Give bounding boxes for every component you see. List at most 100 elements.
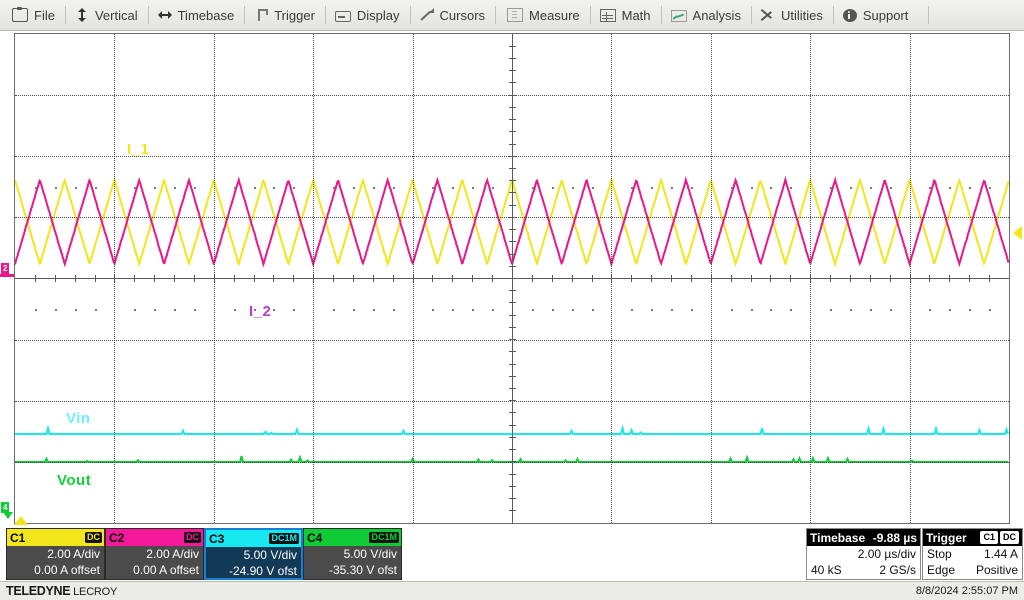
- grid-tick-horizontal: [691, 275, 692, 282]
- grid-tick-vertical: [509, 486, 516, 487]
- grid-tick-horizontal: [890, 275, 891, 282]
- grid-tick-horizontal: [592, 275, 593, 282]
- trigger-title: Trigger: [926, 531, 967, 545]
- channel-id: C4: [307, 531, 322, 545]
- channel-offset: -35.30 V ofst: [304, 562, 401, 578]
- menu-item-label: Measure: [529, 8, 580, 23]
- grid-tick-vertical: [509, 364, 516, 365]
- trigger-type: Edge: [927, 563, 955, 577]
- grid-tick-vertical: [509, 412, 516, 413]
- grid-tick-horizontal: [552, 275, 553, 282]
- grid-tick-horizontal: [949, 275, 950, 282]
- channel-header-c4: C4 DC1M: [304, 529, 401, 546]
- menu-item-file[interactable]: File: [0, 0, 65, 30]
- trigger-type-row: Edge Positive: [923, 562, 1022, 578]
- trigger-slope: Positive: [976, 563, 1018, 577]
- measure-list-icon: [507, 8, 523, 22]
- menu-item-vertical[interactable]: Vertical: [65, 0, 148, 30]
- menu-item-label: Utilities: [781, 8, 823, 23]
- channel-offset: -24.90 V ofst: [206, 563, 301, 579]
- grid-tick-horizontal: [969, 275, 970, 282]
- grid-tick-horizontal: [671, 275, 672, 282]
- grid-tick-horizontal: [651, 275, 652, 282]
- grid-tick-vertical: [509, 425, 516, 426]
- trigger-level: 1.44 A: [984, 547, 1018, 561]
- grid-tick-vertical: [509, 254, 516, 255]
- grid-tick-horizontal: [452, 275, 453, 282]
- grid-tick-horizontal: [850, 275, 851, 282]
- timebase-header: Timebase -9.88 µs: [807, 529, 920, 546]
- grid-tick-vertical: [509, 315, 516, 316]
- grid-tick-vertical: [509, 180, 516, 181]
- grid-tick-horizontal: [55, 275, 56, 282]
- grid-tick-horizontal: [929, 275, 930, 282]
- waveform-label-i-1: I_1: [127, 141, 149, 158]
- grid-tick-horizontal: [711, 275, 712, 282]
- grid-tick-vertical: [509, 290, 516, 291]
- menu-item-support[interactable]: Support: [833, 0, 919, 30]
- menu-item-timebase[interactable]: Timebase: [148, 0, 245, 30]
- menu-item-cursors[interactable]: Cursors: [410, 0, 496, 30]
- support-info-icon: [843, 9, 857, 22]
- grid-tick-vertical: [509, 339, 516, 340]
- channel-panel-c3[interactable]: C3DC1M5.00 V/div-24.90 V ofst: [204, 528, 303, 580]
- channel-offset: 0.00 A offset: [106, 562, 203, 578]
- channel-panel-c2[interactable]: C2 DC 2.00 A/div0.00 A offset: [105, 528, 204, 580]
- grid-tick-horizontal: [770, 275, 771, 282]
- timebase-acq-row: 40 kS 2 GS/s: [807, 562, 920, 578]
- brand-name-bold: TELEDYNE: [6, 584, 70, 598]
- grid-tick-vertical: [509, 156, 516, 157]
- menu-item-trigger[interactable]: Trigger: [244, 0, 325, 30]
- grid-tick-vertical: [509, 302, 516, 303]
- menu-item-label: Timebase: [178, 8, 235, 23]
- grid-tick-horizontal: [313, 275, 314, 282]
- channel-header-c3: C3DC1M: [206, 530, 301, 547]
- grid-tick-horizontal: [254, 275, 255, 282]
- channel-coupling-badge[interactable]: DC: [85, 532, 102, 543]
- grid-tick-horizontal: [910, 275, 911, 282]
- trigger-source-chip: C1: [980, 531, 998, 544]
- grid-tick-horizontal: [35, 275, 36, 282]
- timebase-scale-row: 2.00 µs/div: [807, 546, 920, 562]
- trigger-header: Trigger C1 DC: [923, 529, 1022, 546]
- channel-coupling-badge[interactable]: DC: [184, 532, 201, 543]
- brand-name-light: LECROY: [70, 586, 117, 598]
- channel-marker-c1-right[interactable]: [1013, 226, 1022, 240]
- channel-scale: 2.00 A/div: [106, 546, 203, 562]
- waveform-label-vout: Vout: [57, 472, 91, 489]
- grid-tick-vertical: [509, 449, 516, 450]
- channel-coupling-badge[interactable]: DC1M: [269, 533, 299, 544]
- grid-tick-horizontal: [830, 275, 831, 282]
- channel-coupling-badge[interactable]: DC1M: [369, 532, 399, 543]
- menu-item-label: Display: [357, 8, 400, 23]
- grid-tick-vertical: [509, 376, 516, 377]
- math-grid-icon: [600, 9, 616, 22]
- trigger-position-marker[interactable]: [14, 516, 28, 525]
- menu-divider: [928, 6, 929, 24]
- menu-item-measure[interactable]: Measure: [495, 0, 590, 30]
- grid-tick-horizontal: [810, 275, 811, 282]
- channel-panel-c4[interactable]: C4DC1M5.00 V/div-35.30 V ofst: [303, 528, 402, 580]
- grid-tick-horizontal: [472, 275, 473, 282]
- channel-marker-c2[interactable]: 2: [1, 263, 9, 274]
- menu-item-analysis[interactable]: Analysis: [661, 0, 751, 30]
- oscilloscope-app: FileVertical Timebase Trigger Display Cursor…: [0, 0, 1024, 600]
- menu-item-label: Analysis: [693, 8, 741, 23]
- menu-item-display[interactable]: Display: [325, 0, 410, 30]
- grid-tick-vertical: [509, 131, 516, 132]
- grid-tick-horizontal: [572, 275, 573, 282]
- waveform-display-grid[interactable]: I_1I_2VinVout: [14, 33, 1010, 524]
- menu-bar: FileVertical Timebase Trigger Display Cursor…: [0, 0, 1024, 31]
- channel-id: C2: [109, 531, 124, 545]
- grid-tick-horizontal: [273, 275, 274, 282]
- timebase-panel[interactable]: Timebase -9.88 µs 2.00 µs/div 40 kS 2 GS…: [806, 528, 921, 580]
- grid-tick-horizontal: [373, 275, 374, 282]
- grid-tick-vertical: [509, 400, 516, 401]
- grid-tick-vertical: [509, 351, 516, 352]
- trigger-panel[interactable]: Trigger C1 DC Stop 1.44 A Edge Positive: [922, 528, 1023, 580]
- grid-tick-horizontal: [333, 275, 334, 282]
- channel-panel-c1[interactable]: C1DC2.00 A/div0.00 A offset: [6, 528, 105, 580]
- menu-item-math[interactable]: Math: [590, 0, 661, 30]
- menu-item-utilities[interactable]: Utilities: [751, 0, 833, 30]
- grid-tick-horizontal: [194, 275, 195, 282]
